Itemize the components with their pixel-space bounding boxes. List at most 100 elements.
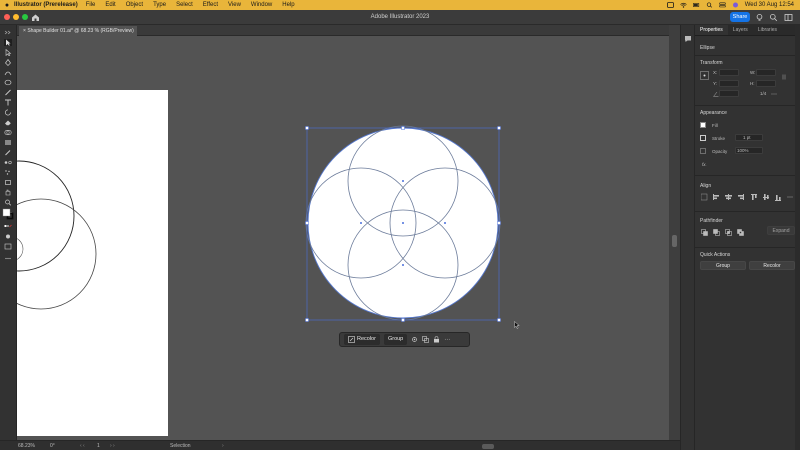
tab-properties[interactable]: Properties bbox=[695, 25, 728, 35]
ellipse-tool-icon[interactable] bbox=[4, 79, 12, 86]
stroke-value: 1 pt bbox=[743, 135, 751, 140]
group-button[interactable]: Group bbox=[383, 334, 408, 345]
quick-actions-title: Quick Actions bbox=[700, 252, 731, 258]
duplicate-icon[interactable] bbox=[422, 336, 430, 343]
width-field[interactable] bbox=[756, 69, 776, 76]
y-field[interactable] bbox=[719, 80, 739, 87]
status-menu-icon[interactable]: › bbox=[222, 443, 224, 449]
hand-tool-icon[interactable] bbox=[4, 189, 12, 196]
panel-scrollbar[interactable] bbox=[795, 25, 800, 450]
horizontal-scroll-thumb[interactable] bbox=[482, 444, 494, 449]
expand-button[interactable]: Expand bbox=[767, 226, 795, 235]
siri-icon[interactable] bbox=[732, 2, 739, 8]
panel-tabs: Properties Layers Libraries bbox=[695, 25, 800, 36]
group-panel-button[interactable]: Group bbox=[700, 261, 746, 270]
tab-layers[interactable]: Layers bbox=[728, 25, 753, 35]
artboard-next-icon[interactable]: › › bbox=[110, 443, 115, 449]
constrain-proportions-icon[interactable] bbox=[781, 74, 787, 80]
more-options-button[interactable]: ··· bbox=[444, 337, 450, 343]
artboard-prev-icon[interactable]: ‹ ‹ bbox=[80, 443, 85, 449]
settings-icon[interactable] bbox=[411, 336, 418, 343]
recolor-button[interactable]: Recolor bbox=[344, 334, 380, 345]
blend-tool-icon[interactable] bbox=[4, 159, 12, 166]
tools-panel bbox=[0, 25, 17, 440]
mouse-cursor-icon bbox=[514, 321, 520, 329]
vertical-scrollbar[interactable] bbox=[669, 25, 680, 440]
rotate-field[interactable] bbox=[719, 90, 739, 97]
menu-type[interactable]: Type bbox=[153, 2, 166, 8]
lock-icon[interactable] bbox=[433, 336, 440, 343]
menu-help[interactable]: Help bbox=[282, 2, 294, 8]
wifi-icon[interactable] bbox=[679, 2, 687, 8]
left-circles[interactable] bbox=[17, 160, 97, 310]
transform-title: Transform bbox=[700, 60, 723, 66]
eraser-tool-icon[interactable] bbox=[4, 119, 12, 126]
recolor-icon bbox=[348, 336, 355, 343]
document-tab[interactable]: × Shape Builder 01.ai* @ 68.23 % (RGB/Pr… bbox=[19, 26, 137, 36]
effects-button[interactable]: fx. bbox=[702, 162, 707, 167]
fill-stroke-swatch-icon[interactable] bbox=[2, 208, 14, 220]
reference-point-icon[interactable] bbox=[700, 71, 709, 80]
align-buttons-row[interactable] bbox=[701, 193, 793, 201]
panel-icon-strip bbox=[680, 25, 694, 450]
menu-object[interactable]: Object bbox=[126, 2, 143, 8]
lightbulb-icon[interactable] bbox=[755, 13, 764, 22]
fill-swatch[interactable] bbox=[700, 122, 706, 128]
type-tool-icon[interactable] bbox=[4, 99, 12, 106]
menu-effect[interactable]: Effect bbox=[203, 2, 218, 8]
eyedropper-tool-icon[interactable] bbox=[4, 149, 12, 156]
window-titlebar: Adobe Illustrator 2023 Share bbox=[0, 10, 800, 25]
draw-mode-icon[interactable] bbox=[4, 233, 12, 240]
opacity-value: 100% bbox=[737, 148, 749, 153]
double-arrow-icon[interactable] bbox=[4, 29, 12, 36]
rotate-tool-icon[interactable] bbox=[4, 109, 12, 116]
fill-label: Fill bbox=[712, 123, 718, 128]
vertical-scroll-thumb[interactable] bbox=[672, 235, 677, 247]
search-icon[interactable] bbox=[706, 2, 713, 8]
height-field[interactable] bbox=[756, 80, 776, 87]
more-tools-icon[interactable] bbox=[4, 255, 12, 262]
canvas-area[interactable]: Recolor Group ··· bbox=[17, 36, 669, 440]
gradient-tool-icon[interactable] bbox=[4, 139, 12, 146]
menu-edit[interactable]: Edit bbox=[105, 2, 115, 8]
symbol-sprayer-tool-icon[interactable] bbox=[4, 169, 12, 176]
recolor-label: Recolor bbox=[357, 336, 376, 342]
search-icon[interactable] bbox=[769, 13, 778, 22]
status-app-icon[interactable] bbox=[666, 2, 674, 8]
pen-tool-icon[interactable] bbox=[4, 59, 12, 66]
recolor-panel-button[interactable]: Recolor bbox=[749, 261, 795, 270]
menu-view[interactable]: View bbox=[228, 2, 241, 8]
angle-value: 1/4 bbox=[760, 91, 767, 96]
rotation-value[interactable]: 0° bbox=[50, 443, 55, 449]
menu-select[interactable]: Select bbox=[176, 2, 193, 8]
curvature-tool-icon[interactable] bbox=[4, 69, 12, 76]
share-button[interactable]: Share bbox=[730, 12, 750, 22]
color-mode-icon[interactable] bbox=[4, 223, 12, 230]
control-center-icon[interactable] bbox=[718, 2, 726, 8]
zoom-tool-icon[interactable] bbox=[4, 199, 12, 206]
screen-mode-icon[interactable] bbox=[4, 243, 12, 250]
direct-selection-tool-icon[interactable] bbox=[4, 49, 12, 56]
shape-builder-tool-icon[interactable] bbox=[4, 129, 12, 136]
zoom-level[interactable]: 68.23% bbox=[18, 443, 35, 449]
menu-window[interactable]: Window bbox=[251, 2, 272, 8]
comments-icon[interactable] bbox=[684, 35, 692, 43]
artboard-tool-icon[interactable] bbox=[4, 179, 12, 186]
more-options-icon[interactable] bbox=[771, 91, 777, 97]
workspace-switcher-icon[interactable] bbox=[784, 13, 793, 22]
x-field[interactable] bbox=[719, 69, 739, 76]
selection-tool-icon[interactable] bbox=[4, 39, 12, 46]
tab-libraries[interactable]: Libraries bbox=[753, 25, 782, 35]
stroke-swatch[interactable] bbox=[700, 135, 706, 141]
menu-file[interactable]: File bbox=[86, 2, 96, 8]
artwork[interactable] bbox=[17, 36, 669, 440]
y-label: Y: bbox=[713, 81, 718, 86]
menubar-clock[interactable]: Wed 30 Aug 12:54 bbox=[745, 2, 794, 8]
stroke-label[interactable]: Stroke bbox=[712, 136, 725, 141]
battery-icon[interactable] bbox=[692, 2, 700, 8]
menu-app-name[interactable]: Illustrator (Prerelease) bbox=[14, 2, 78, 8]
artboard-number[interactable]: 1 bbox=[97, 443, 100, 449]
apple-menu-icon[interactable]: ● bbox=[0, 2, 14, 9]
paintbrush-tool-icon[interactable] bbox=[4, 89, 12, 96]
pathfinder-buttons-row[interactable] bbox=[701, 229, 747, 237]
